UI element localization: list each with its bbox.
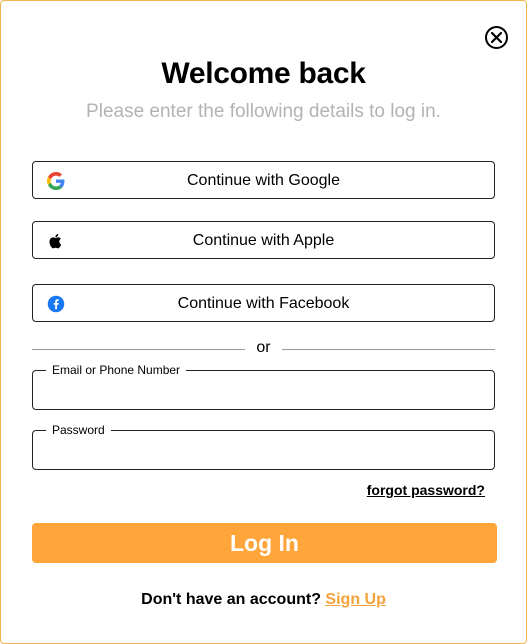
facebook-login-label: Continue with Facebook <box>177 295 350 312</box>
divider-text: or <box>256 339 271 356</box>
signup-link[interactable]: Sign Up <box>325 591 385 608</box>
close-icon <box>491 32 502 43</box>
dialog-title: Welcome back <box>161 57 366 90</box>
close-button[interactable] <box>485 26 508 49</box>
email-field-label: Email or Phone Number <box>46 363 187 377</box>
forgot-password-link[interactable]: forgot password? <box>367 482 485 498</box>
password-field[interactable]: Password <box>32 423 495 470</box>
divider-line-right <box>282 349 495 350</box>
dialog-subtitle: Please enter the following details to lo… <box>86 101 441 122</box>
google-login-button[interactable]: Continue with Google <box>32 161 495 199</box>
or-divider: or <box>32 339 495 359</box>
email-input[interactable] <box>45 379 486 403</box>
signup-row: Don't have an account? Sign Up <box>1 591 526 609</box>
password-field-label: Password <box>46 423 111 437</box>
google-login-label: Continue with Google <box>187 172 340 189</box>
apple-login-button[interactable]: Continue with Apple <box>32 221 495 259</box>
login-modal: Welcome back Please enter the following … <box>0 0 527 644</box>
apple-login-label: Continue with Apple <box>192 232 335 249</box>
facebook-login-button[interactable]: Continue with Facebook <box>32 284 495 322</box>
no-account-text: Don't have an account? <box>141 591 321 608</box>
password-input[interactable] <box>45 439 486 463</box>
email-field[interactable]: Email or Phone Number <box>32 363 495 410</box>
login-button[interactable]: Log In <box>32 523 497 563</box>
